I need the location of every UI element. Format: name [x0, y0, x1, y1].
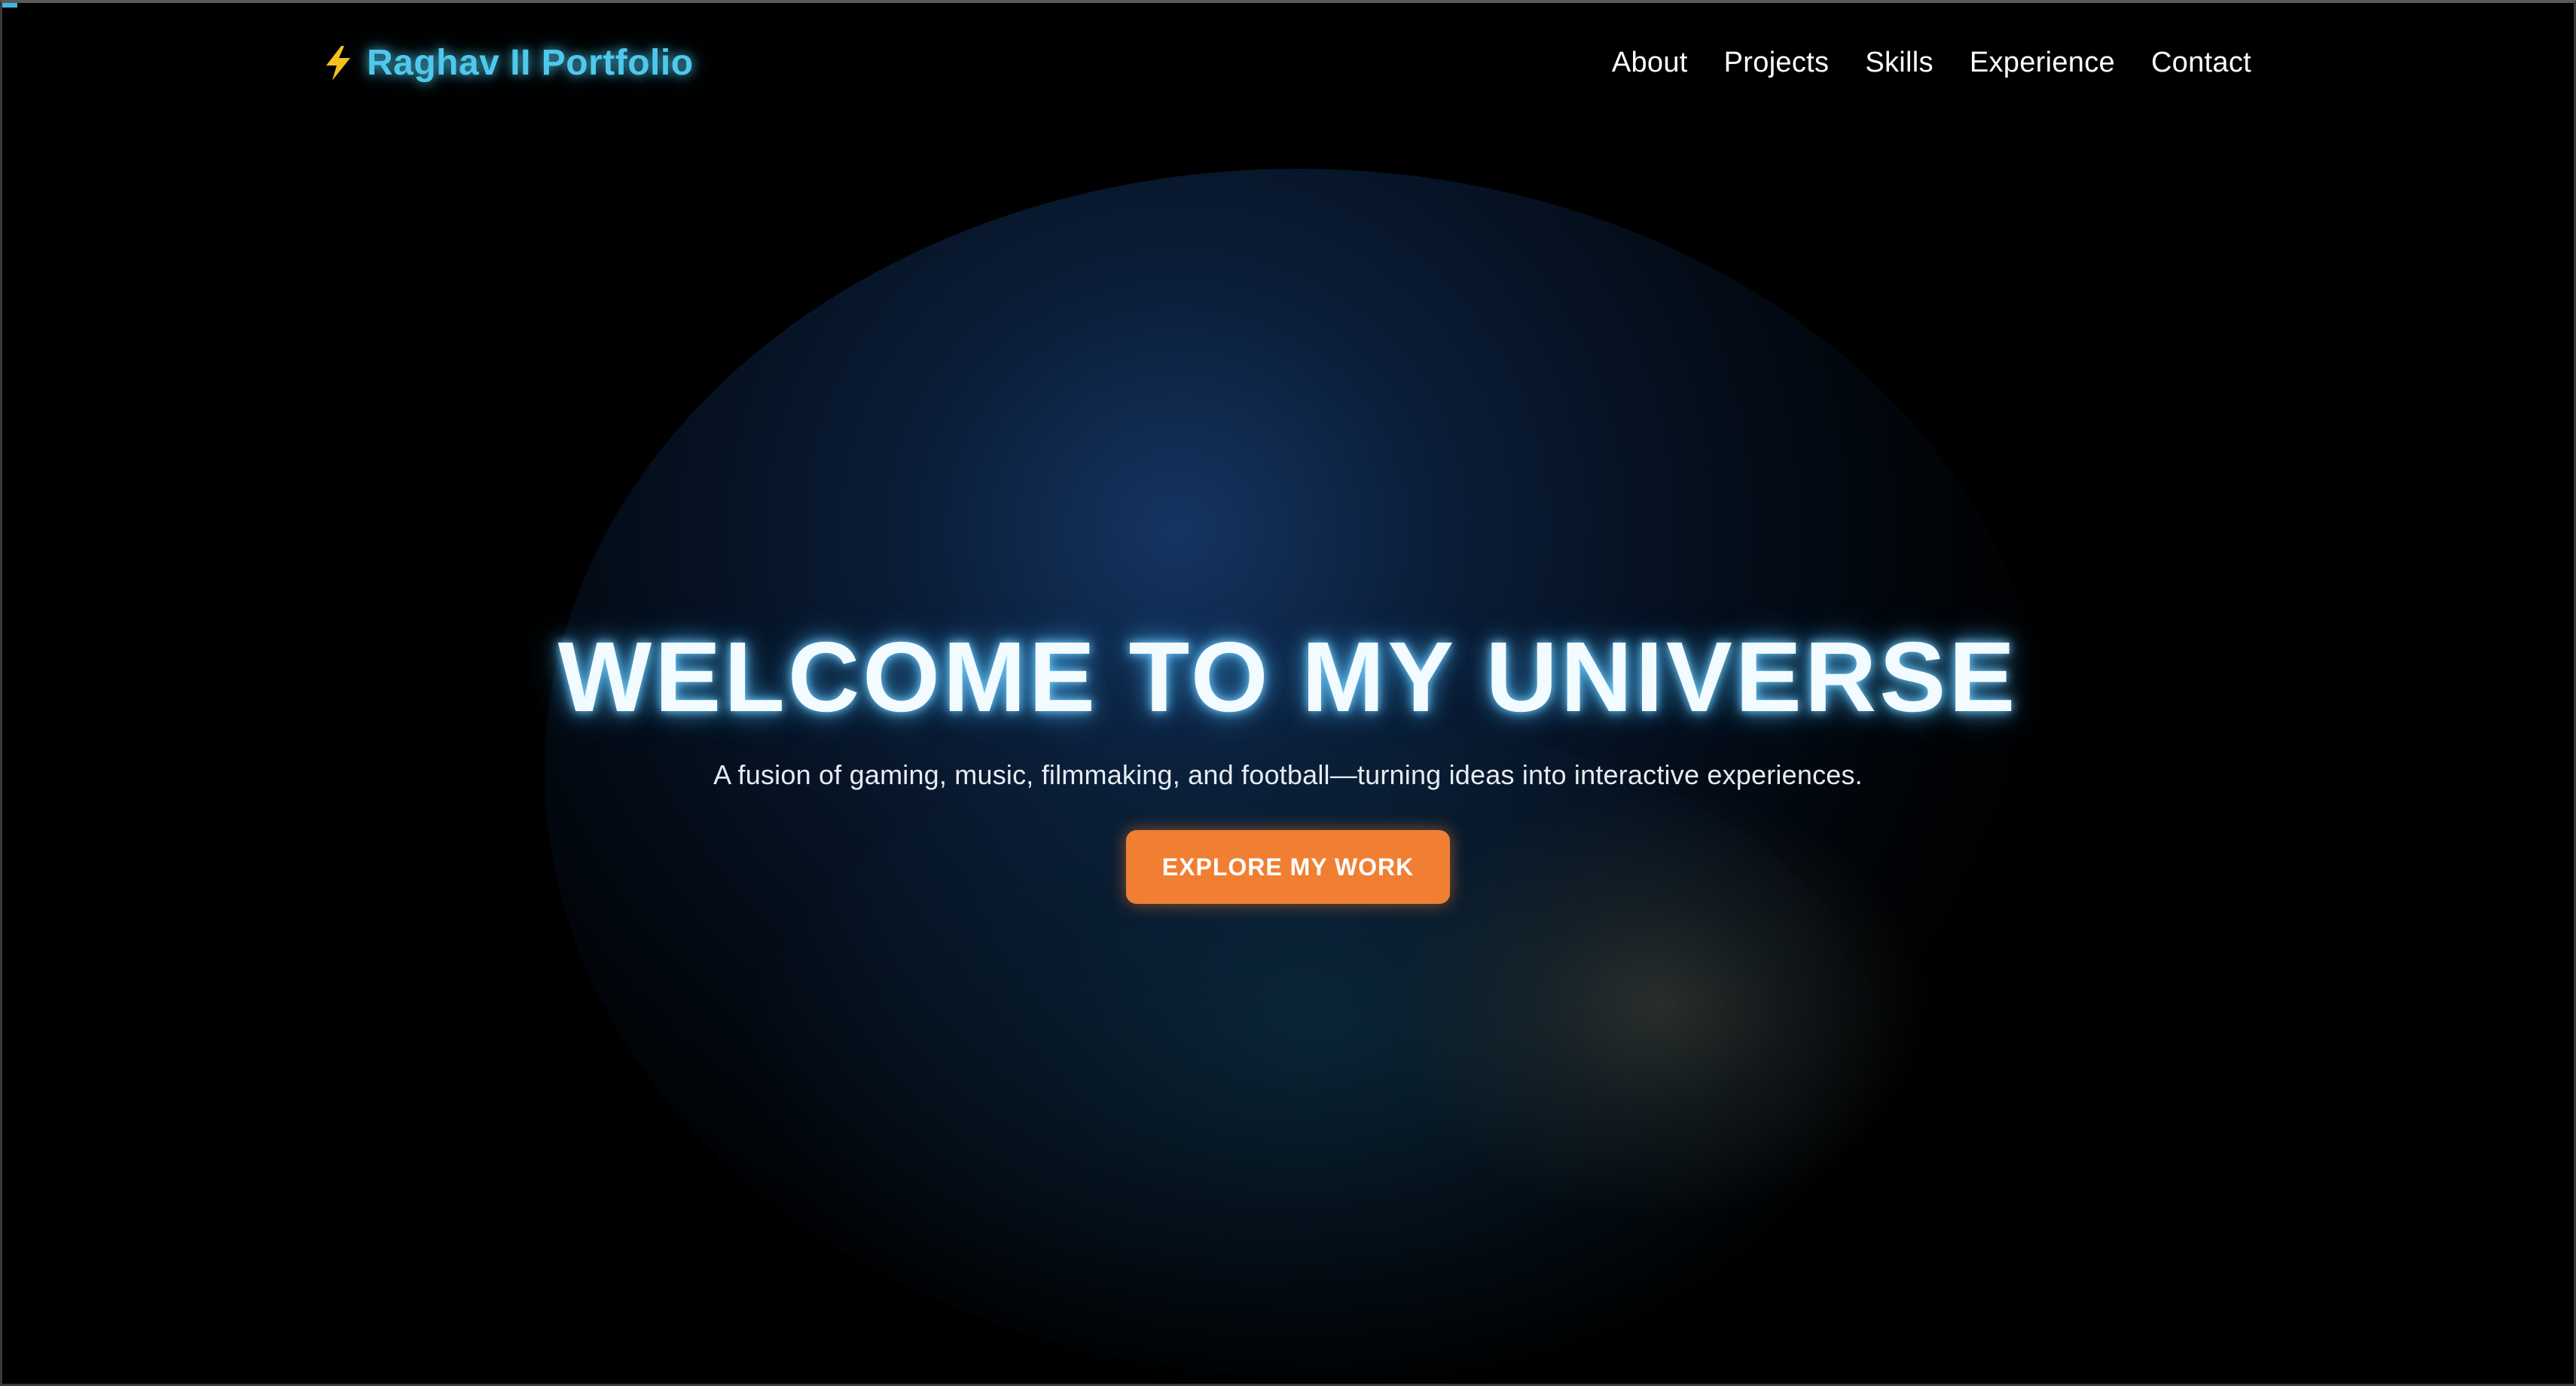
nav-link-projects[interactable]: Projects [1724, 47, 1830, 79]
nav-link-about[interactable]: About [1612, 47, 1688, 79]
nav-link-skills[interactable]: Skills [1865, 47, 1933, 79]
lightning-bolt-icon [325, 45, 352, 81]
brand-label: Raghav II Portfolio [367, 43, 694, 83]
navbar: Raghav II Portfolio About Projects Skill… [2, 3, 2574, 131]
hero-subtitle: A fusion of gaming, music, filmmaking, a… [713, 759, 1863, 790]
nav-link-experience[interactable]: Experience [1970, 47, 2115, 79]
page-frame: Raghav II Portfolio About Projects Skill… [0, 0, 2576, 1386]
brand-logo-link[interactable]: Raghav II Portfolio [325, 42, 694, 84]
explore-my-work-button[interactable]: EXPLORE MY WORK [1126, 830, 1450, 904]
hero-section: WELCOME TO MY UNIVERSE A fusion of gamin… [2, 621, 2574, 904]
hero-title: WELCOME TO MY UNIVERSE [557, 621, 2019, 732]
nav-links: About Projects Skills Experience Contact [1612, 47, 2251, 79]
nav-link-contact[interactable]: Contact [2151, 47, 2251, 79]
